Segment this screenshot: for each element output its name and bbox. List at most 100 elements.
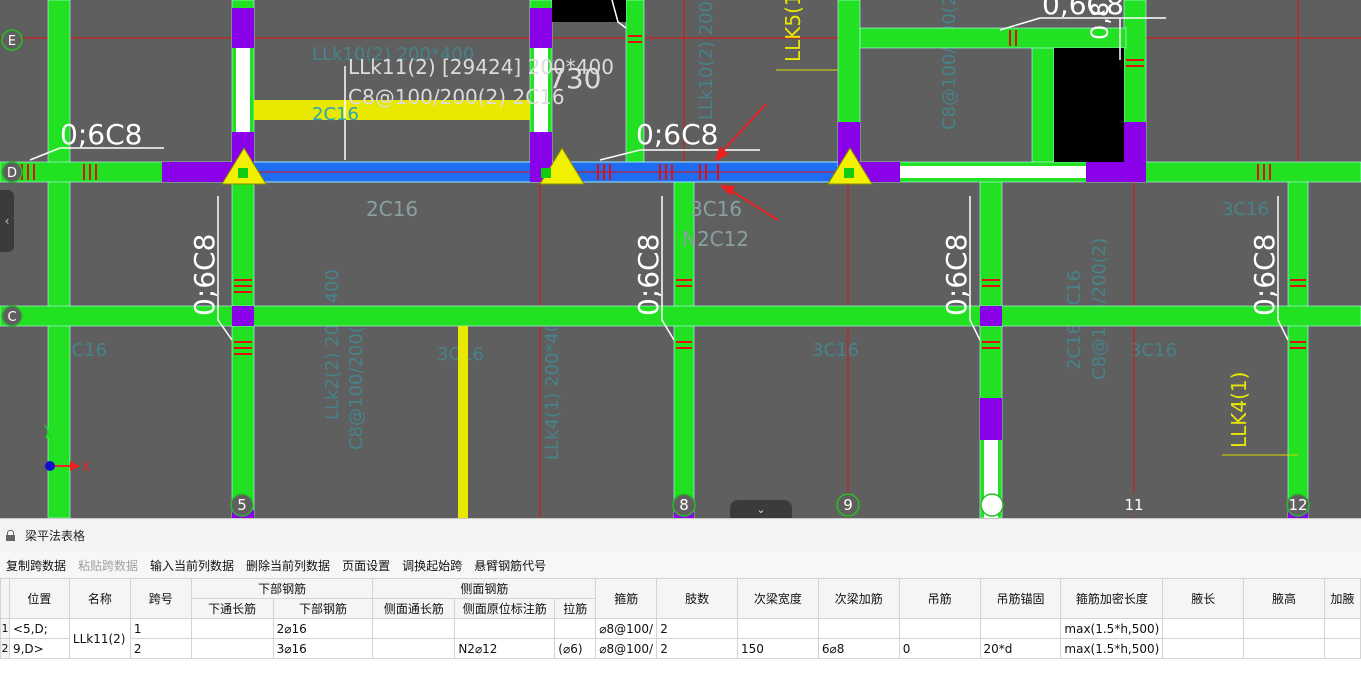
col-legs[interactable]: 肢数	[656, 578, 738, 619]
col-add[interactable]: 加腋	[1323, 578, 1361, 619]
label-stirrup-left[interactable]: 0;6C8	[60, 118, 142, 151]
col-span[interactable]: 跨号	[129, 578, 192, 619]
cell-span[interactable]: 2	[129, 638, 192, 659]
page-setup-button[interactable]: 页面设置	[342, 557, 390, 574]
cell-bottom-bar[interactable]: 2⌀16	[272, 618, 374, 639]
label-dim-08[interactable]: 0,8	[1086, 2, 1114, 40]
col-bottom-bar[interactable]: 下部钢筋	[272, 598, 374, 619]
beam-white	[236, 48, 250, 134]
paste-span-data-button[interactable]: 粘贴跨数据	[78, 557, 138, 574]
cell-stirrup[interactable]: ⌀8@100/	[595, 618, 658, 639]
column[interactable]	[1124, 122, 1146, 182]
swap-start-span-button[interactable]: 调换起始跨	[402, 557, 462, 574]
column[interactable]	[232, 8, 254, 48]
panel-toolbar: 复制跨数据 粘贴跨数据 输入当前列数据 删除当前列数据 页面设置 调换起始跨 悬…	[0, 552, 1361, 578]
col-side-mark[interactable]: 侧面原位标注筋	[454, 598, 556, 619]
llk4-label[interactable]: LLK4(1)	[1227, 372, 1251, 448]
faint-label: C8@100/200(2)	[939, 0, 960, 130]
column[interactable]	[232, 306, 254, 326]
side-bar-span2[interactable]: N2C12	[682, 227, 749, 251]
cad-canvas[interactable]: LLk10(2) 200*400 3C16 LLk2(2) 200*400 C8…	[0, 0, 1361, 518]
col-sec-add[interactable]: 次梁加筋	[817, 578, 900, 619]
cell-dense-length[interactable]: max(1.5*h,500)	[1060, 638, 1164, 659]
cell-add[interactable]	[1323, 618, 1361, 639]
cell-side-through[interactable]	[372, 638, 456, 659]
cell-tie[interactable]	[554, 618, 597, 639]
cell-name[interactable]: LLk11(2)	[68, 618, 131, 659]
cell-stirrup[interactable]: ⌀8@100/	[595, 638, 658, 659]
col-stirrup[interactable]: 箍筋	[595, 578, 658, 619]
cell-bottom-through[interactable]	[190, 618, 274, 639]
column[interactable]	[980, 398, 1002, 440]
cell-legs[interactable]: 2	[656, 618, 738, 639]
cell-haunch-height[interactable]	[1243, 638, 1325, 659]
cell-haunch-length[interactable]	[1162, 618, 1245, 639]
beam-table-panel: 梁平法表格 复制跨数据 粘贴跨数据 输入当前列数据 删除当前列数据 页面设置 调…	[0, 518, 1361, 689]
bottom-bar-span1[interactable]: 2C16	[366, 197, 418, 221]
copy-span-data-button[interactable]: 复制跨数据	[6, 557, 66, 574]
input-column-data-button[interactable]: 输入当前列数据	[150, 557, 234, 574]
beam-yellow[interactable]	[458, 326, 468, 518]
col-position[interactable]: 位置	[8, 578, 70, 619]
col-sec-width[interactable]: 次梁宽度	[737, 578, 819, 619]
col-hanger[interactable]: 吊筋	[898, 578, 981, 619]
column[interactable]	[162, 162, 232, 182]
col-tie[interactable]: 拉筋	[554, 598, 597, 619]
label-stirrup-vert-5[interactable]: 0;6C8	[188, 234, 221, 316]
cell-tie[interactable]: (⌀6)	[554, 638, 597, 659]
cell-side-through[interactable]	[372, 618, 456, 639]
column[interactable]	[980, 306, 1002, 326]
label-stirrup-vert-12[interactable]: 0;6C8	[1248, 234, 1281, 316]
col-hanger-anchor[interactable]: 吊筋锚固	[979, 578, 1062, 619]
side-label: 2C16	[312, 104, 359, 125]
ucs-x-label: X	[82, 460, 90, 474]
cell-sec-width[interactable]: 150	[737, 638, 819, 659]
panel-collapse-tab[interactable]: ⌄	[730, 500, 792, 518]
cell-hanger[interactable]: 0	[898, 638, 981, 659]
cell-side-mark[interactable]: N2⌀12	[454, 638, 556, 659]
lock-icon[interactable]	[6, 530, 15, 541]
cell-position[interactable]: 9,D>	[8, 638, 70, 659]
cell-position[interactable]: <5,D;	[8, 618, 70, 639]
column[interactable]	[530, 8, 552, 48]
label-stirrup-vert-9[interactable]: 0;6C8	[940, 234, 973, 316]
beam[interactable]	[1031, 43, 1055, 171]
col-haunch-height[interactable]: 腋高	[1243, 578, 1325, 619]
faint-label: LLk4(1) 200*400	[542, 309, 563, 460]
cell-add[interactable]	[1323, 638, 1361, 659]
col-name[interactable]: 名称	[68, 578, 131, 619]
faint-label: 3C16	[1130, 340, 1177, 361]
bottom-bar-span2[interactable]: 3C16	[690, 197, 742, 221]
faint-label: 3C16	[812, 340, 859, 361]
cantilever-code-button[interactable]: 悬臂钢筋代号	[474, 557, 546, 574]
beam-stirrup-label[interactable]: C8@100/200(2) 2C16	[348, 85, 565, 109]
cell-side-mark[interactable]	[454, 618, 556, 639]
label-stirrup-mid[interactable]: 0;6C8	[636, 118, 718, 151]
cell-bottom-bar[interactable]: 3⌀16	[272, 638, 374, 659]
corner-cell	[0, 578, 10, 619]
beam[interactable]	[47, 0, 71, 518]
cell-hanger[interactable]	[898, 618, 981, 639]
side-panel-tab[interactable]: ‹	[0, 190, 14, 252]
cell-span[interactable]: 1	[129, 618, 192, 639]
cell-sec-add[interactable]: 6⌀8	[817, 638, 900, 659]
cell-sec-width[interactable]	[737, 618, 819, 639]
cell-dense-length[interactable]: max(1.5*h,500)	[1060, 618, 1164, 639]
cell-bottom-through[interactable]	[190, 638, 274, 659]
cell-legs[interactable]: 2	[656, 638, 738, 659]
llk5-label[interactable]: LLK5(1)	[781, 0, 805, 62]
cell-sec-add[interactable]	[817, 618, 900, 639]
col-haunch-length[interactable]: 腋长	[1162, 578, 1245, 619]
table-row[interactable]: 1 <5,D; LLk11(2) 1 2⌀16 ⌀8@100/ 2 max(1.…	[0, 618, 1361, 659]
col-dense-length[interactable]: 箍筋加密长度	[1060, 578, 1164, 619]
drawing[interactable]: LLk10(2) 200*400 3C16 LLk2(2) 200*400 C8…	[0, 0, 1361, 518]
table-row[interactable]: 2 9,D> 2 3⌀16 N2⌀12 (⌀6) ⌀8@100/ 2 150 6…	[0, 638, 1361, 659]
cell-haunch-height[interactable]	[1243, 618, 1325, 639]
cell-hanger-anchor[interactable]: 20*d	[979, 638, 1062, 659]
col-side-through[interactable]: 侧面通长筋	[372, 598, 456, 619]
delete-column-data-button[interactable]: 删除当前列数据	[246, 557, 330, 574]
cell-hanger-anchor[interactable]	[979, 618, 1062, 639]
col-bottom-through[interactable]: 下通长筋	[190, 598, 274, 619]
cell-haunch-length[interactable]	[1162, 638, 1245, 659]
label-stirrup-vert-8[interactable]: 0;6C8	[632, 234, 665, 316]
